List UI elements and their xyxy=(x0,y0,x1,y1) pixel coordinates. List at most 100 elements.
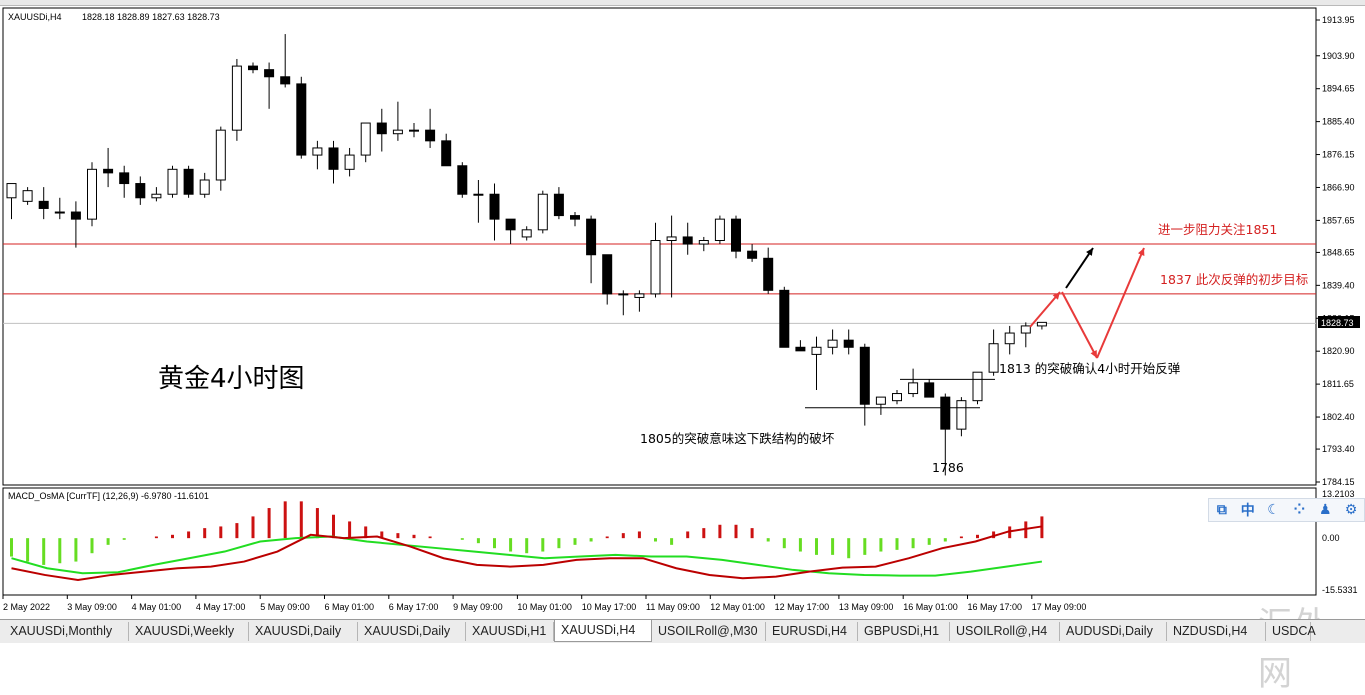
price-tick-label: 1866.90 xyxy=(1322,182,1355,192)
candle-body xyxy=(457,165,468,195)
candle-body xyxy=(296,83,307,156)
candle-body xyxy=(167,168,178,195)
candle-body xyxy=(312,147,323,156)
candle-body xyxy=(956,400,967,430)
candle-body xyxy=(924,382,935,398)
price-axis: 1913.95 1903.90 1894.65 1885.40 1876.15 1866.… xyxy=(1316,15,1355,487)
candle-body xyxy=(698,240,709,245)
macd-pane xyxy=(2,487,1317,596)
candle-body xyxy=(892,393,902,402)
candle-body xyxy=(441,140,452,167)
chart-canvas[interactable]: 1913.95 1903.90 1894.65 1885.40 1876.15 1866.… xyxy=(0,0,1365,619)
candle-body xyxy=(22,190,33,202)
price-tick-label: 1894.65 xyxy=(1322,84,1355,94)
candle-body xyxy=(376,122,387,135)
chart-tab[interactable]: XAUUSDi,Monthly xyxy=(4,622,129,641)
candle-body xyxy=(54,211,65,214)
floating-toolbar: ⧉ 中 ☾ ⁘ ♟ ⚙ xyxy=(1208,498,1365,522)
candle-body xyxy=(328,147,339,170)
candle-body xyxy=(650,240,661,295)
price-tick-label: 1839.40 xyxy=(1322,280,1355,290)
candle-body xyxy=(940,396,951,430)
chart-tab[interactable]: NZDUSDi,H4 xyxy=(1167,622,1266,641)
candle-body xyxy=(183,168,194,195)
time-tick-label: 2 May 2022 xyxy=(3,602,50,612)
chart-tab[interactable]: EURUSDi,H4 xyxy=(766,622,858,641)
time-tick-label: 4 May 01:00 xyxy=(132,602,182,612)
time-tick-label: 6 May 17:00 xyxy=(389,602,439,612)
candle-body xyxy=(6,183,17,199)
candle-body xyxy=(827,339,838,348)
time-tick-label: 12 May 01:00 xyxy=(710,602,765,612)
candle-body xyxy=(811,346,822,355)
current-price-tag: 1828.73 xyxy=(1321,318,1354,328)
candle-body xyxy=(763,257,774,291)
candle-body xyxy=(87,168,97,220)
candle-body xyxy=(425,129,436,142)
candle-body xyxy=(666,236,677,241)
chart-tab[interactable]: USOILRoll@,H4 xyxy=(950,622,1060,641)
time-tick-label: 16 May 17:00 xyxy=(968,602,1023,612)
candle-body xyxy=(1036,321,1047,327)
chart-tab[interactable]: XAUUSDi,H4 xyxy=(554,620,652,642)
candle-body xyxy=(875,396,886,405)
chart-tab[interactable]: XAUUSDi,H1 xyxy=(466,622,554,641)
chart-tab[interactable]: USOILRoll@,M30 xyxy=(652,622,766,641)
candle-body xyxy=(1004,332,1015,345)
chart-title: 黄金4小时图 xyxy=(158,364,305,394)
candle-body xyxy=(988,343,999,373)
chart-tab[interactable]: GBPUSDi,H1 xyxy=(858,622,950,641)
chart-tab[interactable]: XAUUSDi,Daily xyxy=(358,622,466,641)
price-tick-label: 1802.40 xyxy=(1322,412,1355,422)
candle-body xyxy=(521,229,532,238)
price-tick-label: 1913.95 xyxy=(1322,15,1355,25)
price-tick-label: 1885.40 xyxy=(1322,117,1355,127)
language-zh-icon[interactable]: 中 xyxy=(1239,500,1257,520)
candle-body xyxy=(151,193,162,199)
symbol-label: XAUUSDi,H4 xyxy=(8,12,62,22)
watermark-logo: 汇外网 xyxy=(1258,605,1328,694)
candle-body xyxy=(103,168,114,174)
chart-tab[interactable]: XAUUSDi,Daily xyxy=(249,622,358,641)
time-tick-label: 6 May 01:00 xyxy=(325,602,375,612)
time-tick-label: 16 May 01:00 xyxy=(903,602,958,612)
time-tick-label: 11 May 09:00 xyxy=(646,602,700,612)
chart-icon[interactable]: ⧉ xyxy=(1213,502,1231,518)
user-icon[interactable]: ♟ xyxy=(1316,502,1334,518)
candle-body xyxy=(779,289,790,348)
price-tick-label: 1848.65 xyxy=(1322,247,1355,257)
gear-icon[interactable]: ⚙ xyxy=(1342,502,1360,518)
candle-body xyxy=(682,236,693,245)
candle-body xyxy=(344,154,355,170)
price-tick-label: 1820.90 xyxy=(1322,346,1355,356)
time-tick-label: 9 May 09:00 xyxy=(453,602,503,612)
time-tick-label: 10 May 01:00 xyxy=(517,602,572,612)
candle-body xyxy=(38,200,49,209)
candle-body xyxy=(392,129,403,135)
moon-icon[interactable]: ☾ xyxy=(1265,502,1283,518)
chart-tab[interactable]: AUDUSDi,Daily xyxy=(1060,622,1167,641)
candle-body xyxy=(135,183,146,199)
candle-body xyxy=(409,129,419,132)
time-tick-label: 13 May 09:00 xyxy=(839,602,894,612)
macd-pane-frame xyxy=(2,487,1317,596)
dots-icon[interactable]: ⁘ xyxy=(1290,502,1308,518)
candle-body xyxy=(537,193,548,231)
macd-title: MACD_OsMA [CurrTF] (12,26,9) -6.9780 -11… xyxy=(8,491,209,501)
candle-body xyxy=(231,65,242,131)
candle-body xyxy=(731,218,741,252)
candle-body xyxy=(248,65,258,71)
chart-tab[interactable]: XAUUSDi,Weekly xyxy=(129,622,249,641)
candle-body xyxy=(570,215,580,220)
candle-body xyxy=(618,293,629,296)
chart-tab[interactable]: USDCA xyxy=(1266,622,1316,641)
annotation-break-1813: 1813 的突破确认4小时开始反弹 xyxy=(999,361,1180,376)
candle-body xyxy=(215,129,226,181)
candle-body xyxy=(908,382,919,395)
annotation-low-1786: 1786 xyxy=(932,460,964,475)
candle-body xyxy=(280,76,291,85)
candle-body xyxy=(553,193,564,217)
annotation-break-1805: 1805的突破意味这下跌结构的破坏 xyxy=(640,431,835,446)
candle-body xyxy=(795,346,806,352)
candle-body xyxy=(70,211,81,220)
